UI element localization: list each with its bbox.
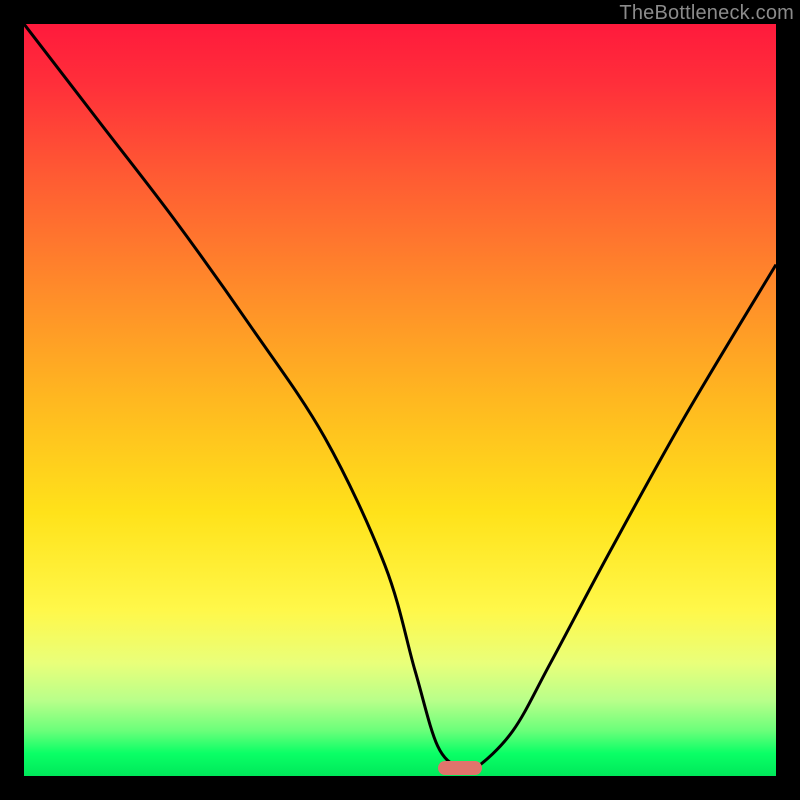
chart-frame: [24, 24, 776, 776]
min-marker: [438, 761, 482, 775]
bottleneck-curve: [24, 24, 776, 772]
chart-curve-layer: [24, 24, 776, 776]
watermark-text: TheBottleneck.com: [619, 2, 794, 25]
